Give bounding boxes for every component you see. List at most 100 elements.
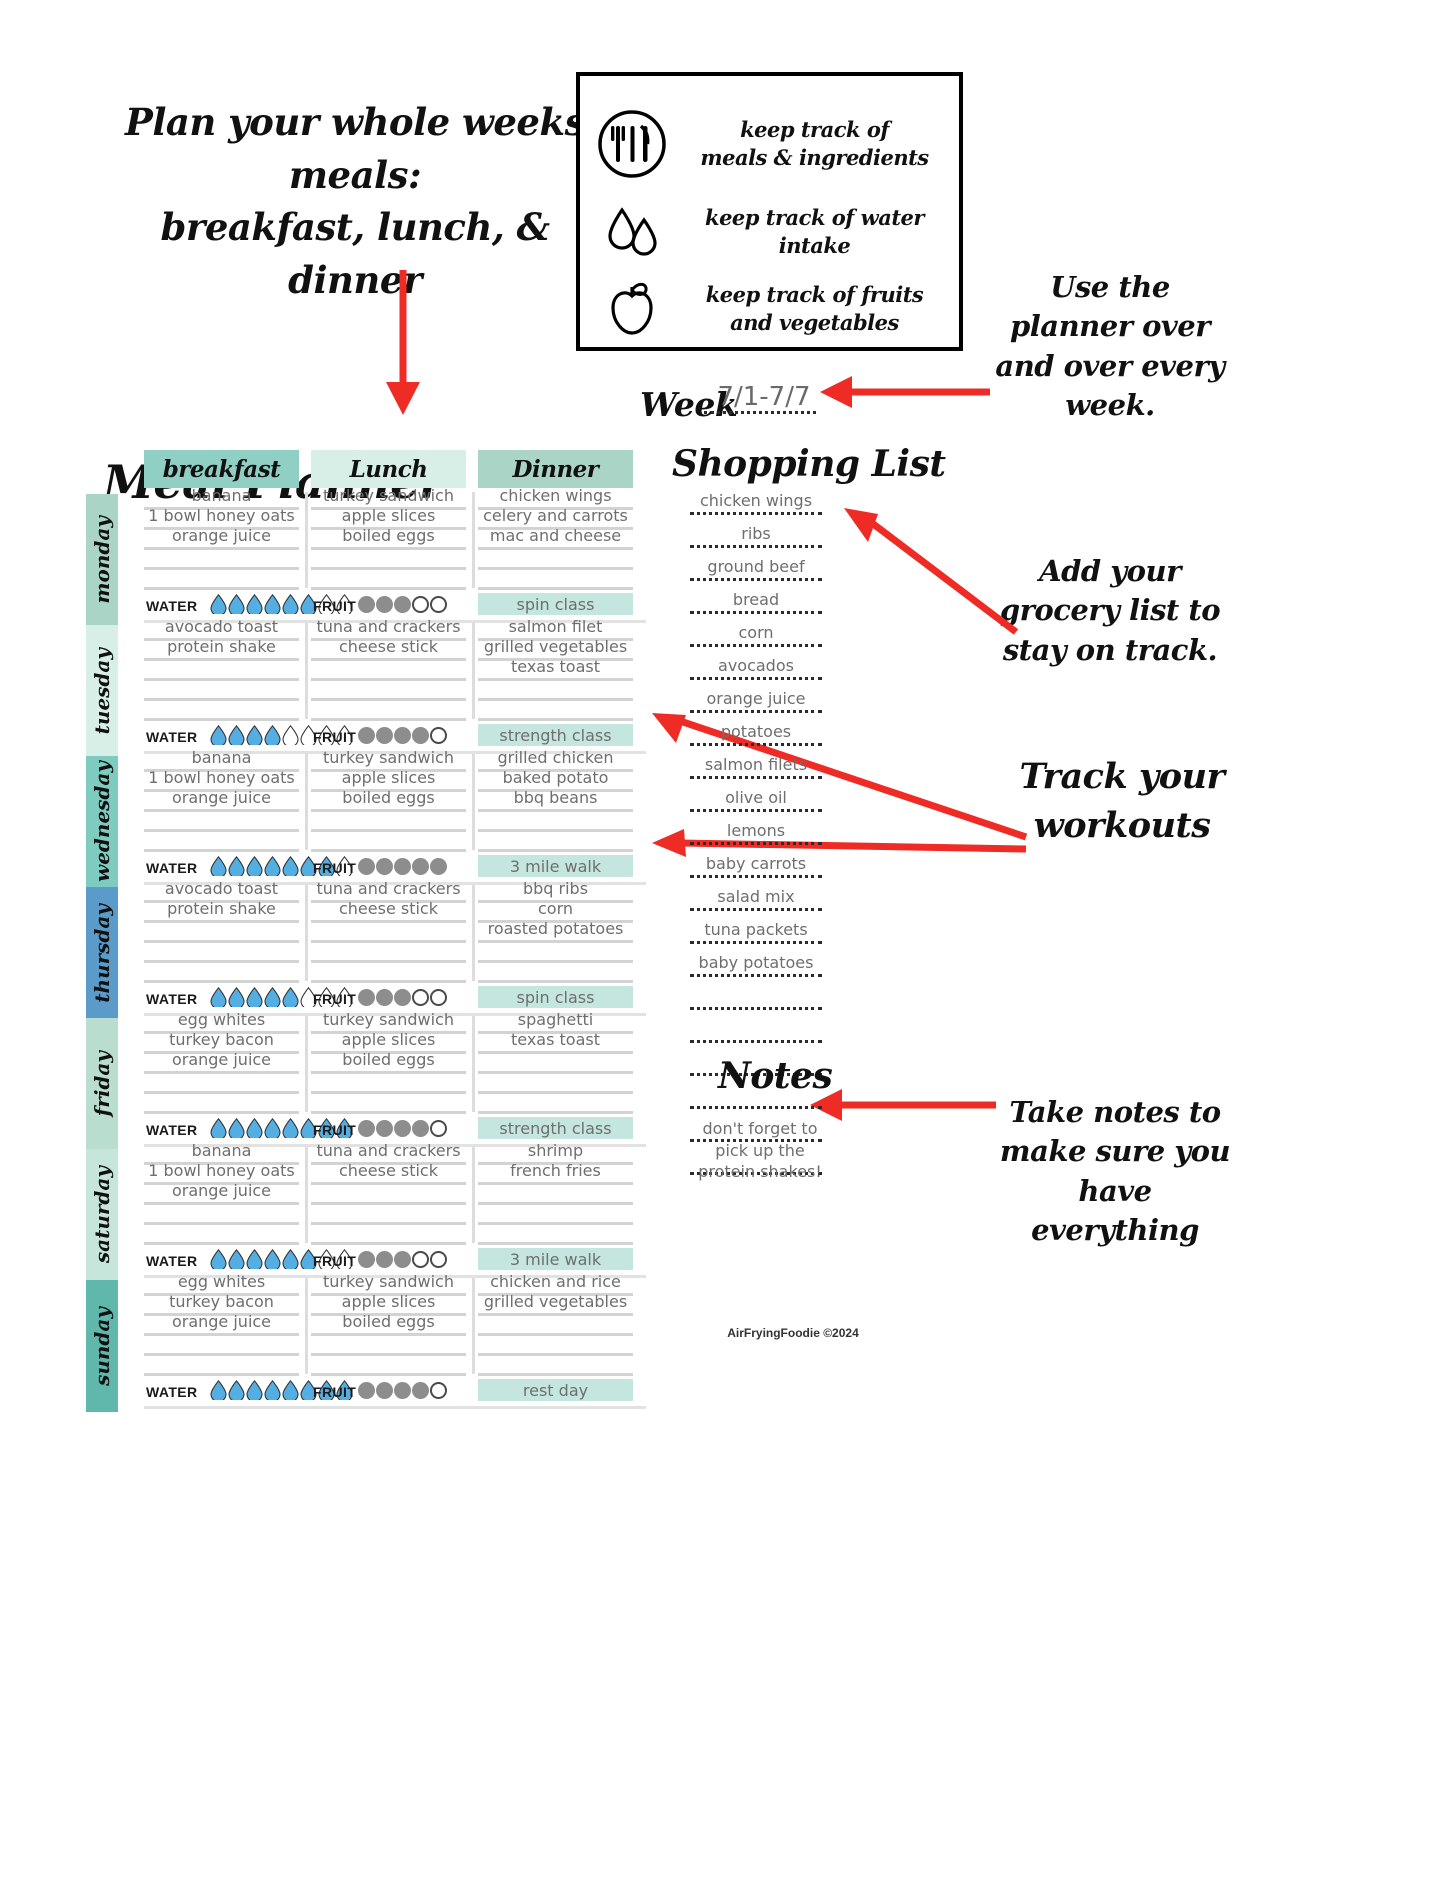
meal-line[interactable] xyxy=(144,1205,299,1225)
meal-line[interactable] xyxy=(478,681,633,701)
fruit-circle-icon[interactable] xyxy=(394,1120,411,1137)
water-drop-icon[interactable] xyxy=(282,1249,299,1269)
fruit-circle-icon[interactable] xyxy=(430,596,447,613)
meal-line[interactable] xyxy=(311,550,466,570)
meal-line[interactable]: mac and cheese xyxy=(478,526,633,550)
fruit-circle-icon[interactable] xyxy=(376,989,393,1006)
fruit-circle-icon[interactable] xyxy=(412,727,429,744)
meal-line[interactable] xyxy=(478,550,633,570)
water-drop-icon[interactable] xyxy=(264,725,281,745)
workout-badge[interactable]: strength class xyxy=(478,724,633,746)
workout-badge[interactable]: spin class xyxy=(478,986,633,1008)
fruit-tracker[interactable] xyxy=(358,1380,447,1399)
fruit-circle-icon[interactable] xyxy=(376,1382,393,1399)
meal-line[interactable] xyxy=(478,570,633,590)
water-drop-icon[interactable] xyxy=(246,594,263,614)
meal-line[interactable]: bbq beans xyxy=(478,788,633,812)
meal-line[interactable] xyxy=(311,1225,466,1245)
meal-line[interactable]: protein shake xyxy=(144,899,299,923)
water-drop-icon[interactable] xyxy=(282,594,299,614)
meal-line[interactable] xyxy=(144,570,299,590)
workout-badge[interactable]: rest day xyxy=(478,1379,633,1401)
meal-line[interactable] xyxy=(478,701,633,721)
water-drop-icon[interactable] xyxy=(228,987,245,1007)
fruit-circle-icon[interactable] xyxy=(358,989,375,1006)
fruit-circle-icon[interactable] xyxy=(376,596,393,613)
water-drop-icon[interactable] xyxy=(246,856,263,876)
day-tab-wednesday[interactable]: wednesday xyxy=(86,756,118,888)
fruit-circle-icon[interactable] xyxy=(430,1382,447,1399)
shopping-list-item[interactable]: chicken wings xyxy=(690,488,822,521)
workout-badge[interactable]: 3 mile walk xyxy=(478,855,633,877)
meal-line[interactable] xyxy=(144,701,299,721)
shopping-list-item[interactable]: corn xyxy=(690,620,822,653)
shopping-list-item[interactable]: ground beef xyxy=(690,554,822,587)
meal-line[interactable] xyxy=(478,1316,633,1336)
meal-line[interactable]: protein shake xyxy=(144,637,299,661)
meal-line[interactable] xyxy=(144,550,299,570)
water-drop-icon[interactable] xyxy=(210,1118,227,1138)
fruit-tracker[interactable] xyxy=(358,987,447,1006)
meal-line[interactable] xyxy=(478,963,633,983)
fruit-circle-icon[interactable] xyxy=(394,1382,411,1399)
water-drop-icon[interactable] xyxy=(228,725,245,745)
water-drop-icon[interactable] xyxy=(210,856,227,876)
meal-line[interactable] xyxy=(144,923,299,943)
meal-line[interactable] xyxy=(311,1185,466,1205)
fruit-circle-icon[interactable] xyxy=(358,596,375,613)
day-tab-saturday[interactable]: saturday xyxy=(86,1149,118,1281)
meal-line[interactable] xyxy=(311,812,466,832)
fruit-circle-icon[interactable] xyxy=(430,1120,447,1137)
fruit-tracker[interactable] xyxy=(358,594,447,613)
water-drop-icon[interactable] xyxy=(282,987,299,1007)
fruit-circle-icon[interactable] xyxy=(412,989,429,1006)
meal-line[interactable] xyxy=(478,812,633,832)
meal-line[interactable] xyxy=(311,701,466,721)
meal-line[interactable]: cheese stick xyxy=(311,899,466,923)
water-drop-icon[interactable] xyxy=(228,1380,245,1400)
fruit-circle-icon[interactable] xyxy=(394,727,411,744)
meal-line[interactable]: orange juice xyxy=(144,1050,299,1074)
day-tab-sunday[interactable]: sunday xyxy=(86,1280,118,1412)
water-drop-icon[interactable] xyxy=(246,1118,263,1138)
fruit-circle-icon[interactable] xyxy=(376,727,393,744)
fruit-tracker[interactable] xyxy=(358,856,447,875)
meal-line[interactable]: orange juice xyxy=(144,788,299,812)
meal-line[interactable] xyxy=(478,1205,633,1225)
meal-line[interactable] xyxy=(311,1356,466,1376)
fruit-circle-icon[interactable] xyxy=(358,1120,375,1137)
meal-line[interactable]: boiled eggs xyxy=(311,1050,466,1074)
water-drop-icon[interactable] xyxy=(282,725,299,745)
fruit-circle-icon[interactable] xyxy=(412,858,429,875)
meal-line[interactable] xyxy=(144,681,299,701)
water-drop-icon[interactable] xyxy=(264,594,281,614)
shopping-list-item[interactable]: olive oil xyxy=(690,785,822,818)
fruit-circle-icon[interactable] xyxy=(358,1251,375,1268)
fruit-circle-icon[interactable] xyxy=(358,1382,375,1399)
meal-line[interactable] xyxy=(144,943,299,963)
meal-line[interactable]: cheese stick xyxy=(311,1161,466,1185)
meal-line[interactable] xyxy=(144,1336,299,1356)
fruit-circle-icon[interactable] xyxy=(430,727,447,744)
workout-badge[interactable]: strength class xyxy=(478,1117,633,1139)
shopping-list-item[interactable]: bread xyxy=(690,587,822,620)
fruit-circle-icon[interactable] xyxy=(412,596,429,613)
meal-line[interactable]: texas toast xyxy=(478,657,633,681)
meal-line[interactable] xyxy=(144,1356,299,1376)
fruit-circle-icon[interactable] xyxy=(412,1120,429,1137)
shopping-list-item[interactable] xyxy=(690,1016,822,1049)
water-drop-icon[interactable] xyxy=(246,1249,263,1269)
meal-line[interactable] xyxy=(311,570,466,590)
meal-line[interactable]: orange juice xyxy=(144,526,299,550)
water-drop-icon[interactable] xyxy=(282,1118,299,1138)
meal-line[interactable] xyxy=(144,1225,299,1245)
fruit-tracker[interactable] xyxy=(358,1118,447,1137)
meal-line[interactable] xyxy=(144,1094,299,1114)
fruit-tracker[interactable] xyxy=(358,1249,447,1268)
water-drop-icon[interactable] xyxy=(264,856,281,876)
water-drop-icon[interactable] xyxy=(210,987,227,1007)
water-drop-icon[interactable] xyxy=(282,856,299,876)
day-tab-thursday[interactable]: thursday xyxy=(86,887,118,1019)
meal-line[interactable] xyxy=(311,923,466,943)
fruit-circle-icon[interactable] xyxy=(358,727,375,744)
